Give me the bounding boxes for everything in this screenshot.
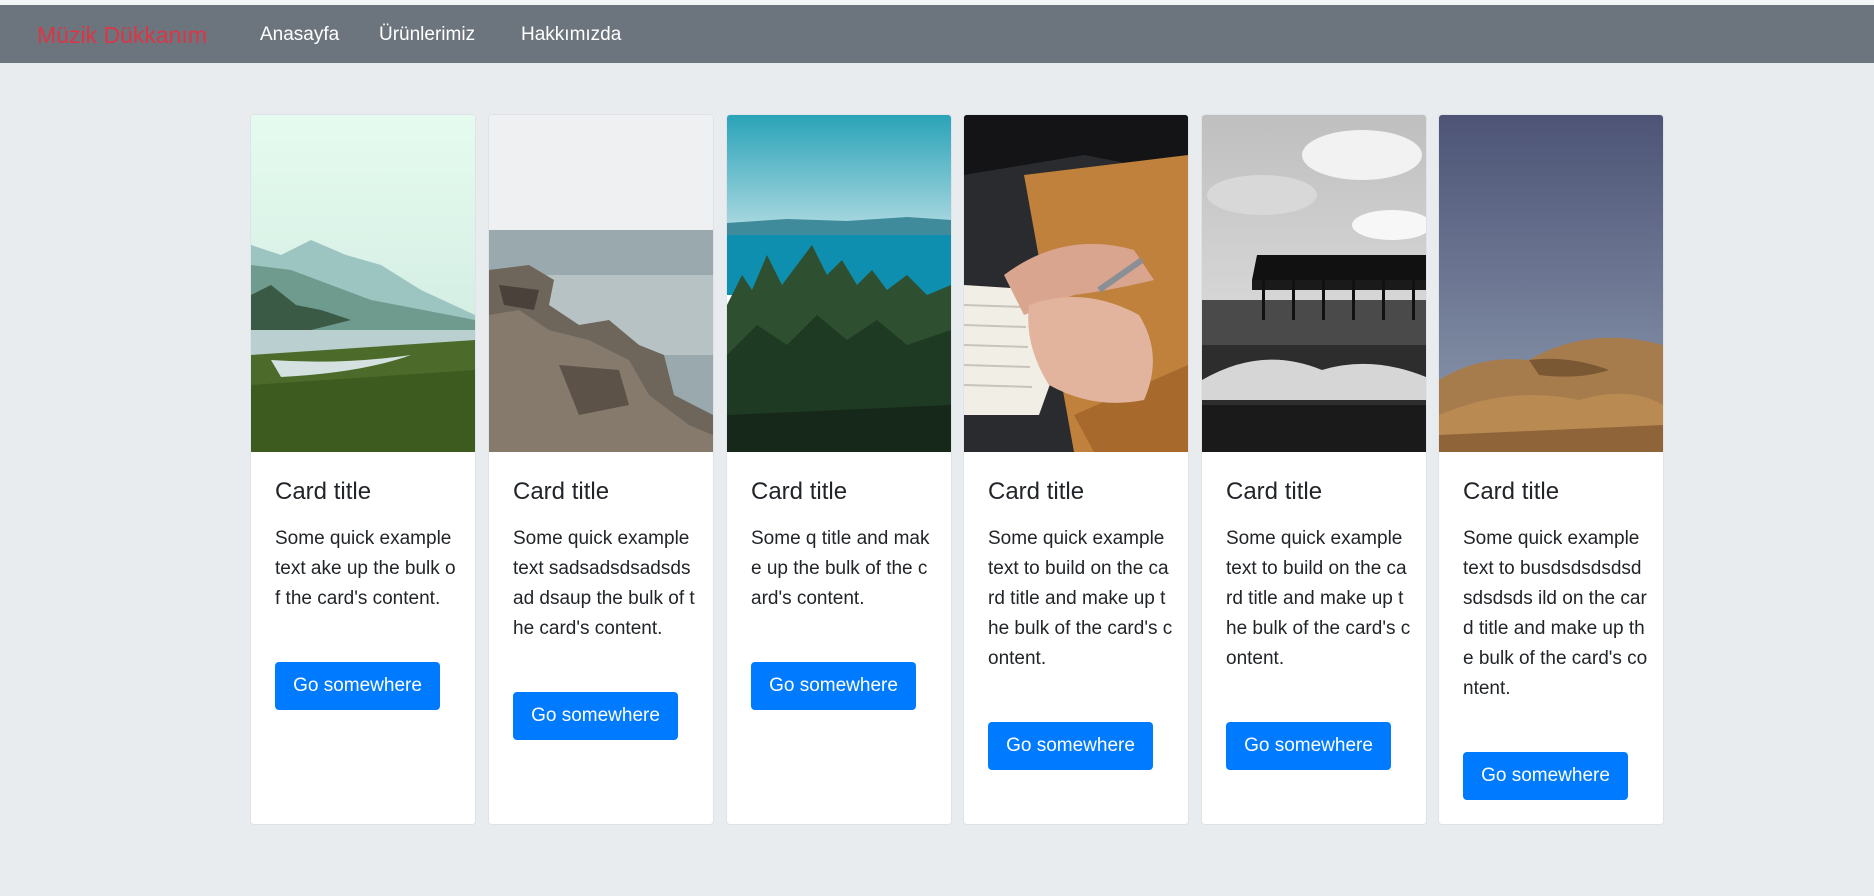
card-3: Card title Some q title and make up the …	[726, 114, 952, 825]
card-title: Card title	[1463, 478, 1560, 505]
go-somewhere-button[interactable]: Go somewhere	[751, 662, 916, 710]
card-title: Card title	[751, 478, 848, 505]
nav-link-urunlerimiz[interactable]: Ürünlerimiz	[379, 23, 475, 47]
go-somewhere-button[interactable]: Go somewhere	[275, 662, 440, 710]
card-image-hands-writing-notebook	[964, 115, 1188, 452]
card-image-rocky-coast-sea	[489, 115, 713, 452]
nav-link-anasayfa[interactable]: Anasayfa	[260, 23, 339, 47]
card-image-misty-lake-forest	[251, 115, 475, 452]
card-title: Card title	[1226, 478, 1323, 505]
card-4: Card title Some quick example text to bu…	[963, 114, 1189, 825]
card-title: Card title	[988, 478, 1085, 505]
navbar-brand[interactable]: Müzik Dükkanım	[37, 21, 207, 49]
card-text: Some quick example text ake up the bulk …	[275, 528, 456, 609]
card-title: Card title	[275, 478, 372, 505]
nav-link-hakkimizda[interactable]: Hakkımızda	[521, 23, 621, 47]
navbar: Müzik Dükkanım Anasayfa Ürünlerimiz Hakk…	[0, 5, 1874, 63]
go-somewhere-button[interactable]: Go somewhere	[513, 692, 678, 740]
card-text: Some quick example text to build on the …	[1226, 528, 1411, 669]
card-title: Card title	[513, 478, 610, 505]
go-somewhere-button[interactable]: Go somewhere	[988, 722, 1153, 770]
go-somewhere-button[interactable]: Go somewhere	[1463, 752, 1628, 800]
card-image-forest-ocean-view	[727, 115, 951, 452]
card-text: Some quick example text to build on the …	[988, 528, 1173, 669]
card-image-desert-hills	[1439, 115, 1663, 452]
card-text: Some quick example text sadsadsdsadsdsad…	[513, 528, 695, 639]
card-5: Card title Some quick example text to bu…	[1201, 114, 1427, 825]
card-2: Card title Some quick example text sadsa…	[488, 114, 714, 825]
card-1: Card title Some quick example text ake u…	[250, 114, 476, 825]
card-text: Some quick example text to busdsdsdsdsds…	[1463, 528, 1648, 699]
card-image-pier-black-white	[1202, 115, 1426, 452]
card-text: Some q title and make up the bulk of the…	[751, 528, 930, 609]
go-somewhere-button[interactable]: Go somewhere	[1226, 722, 1391, 770]
card-6: Card title Some quick example text to bu…	[1438, 114, 1664, 825]
